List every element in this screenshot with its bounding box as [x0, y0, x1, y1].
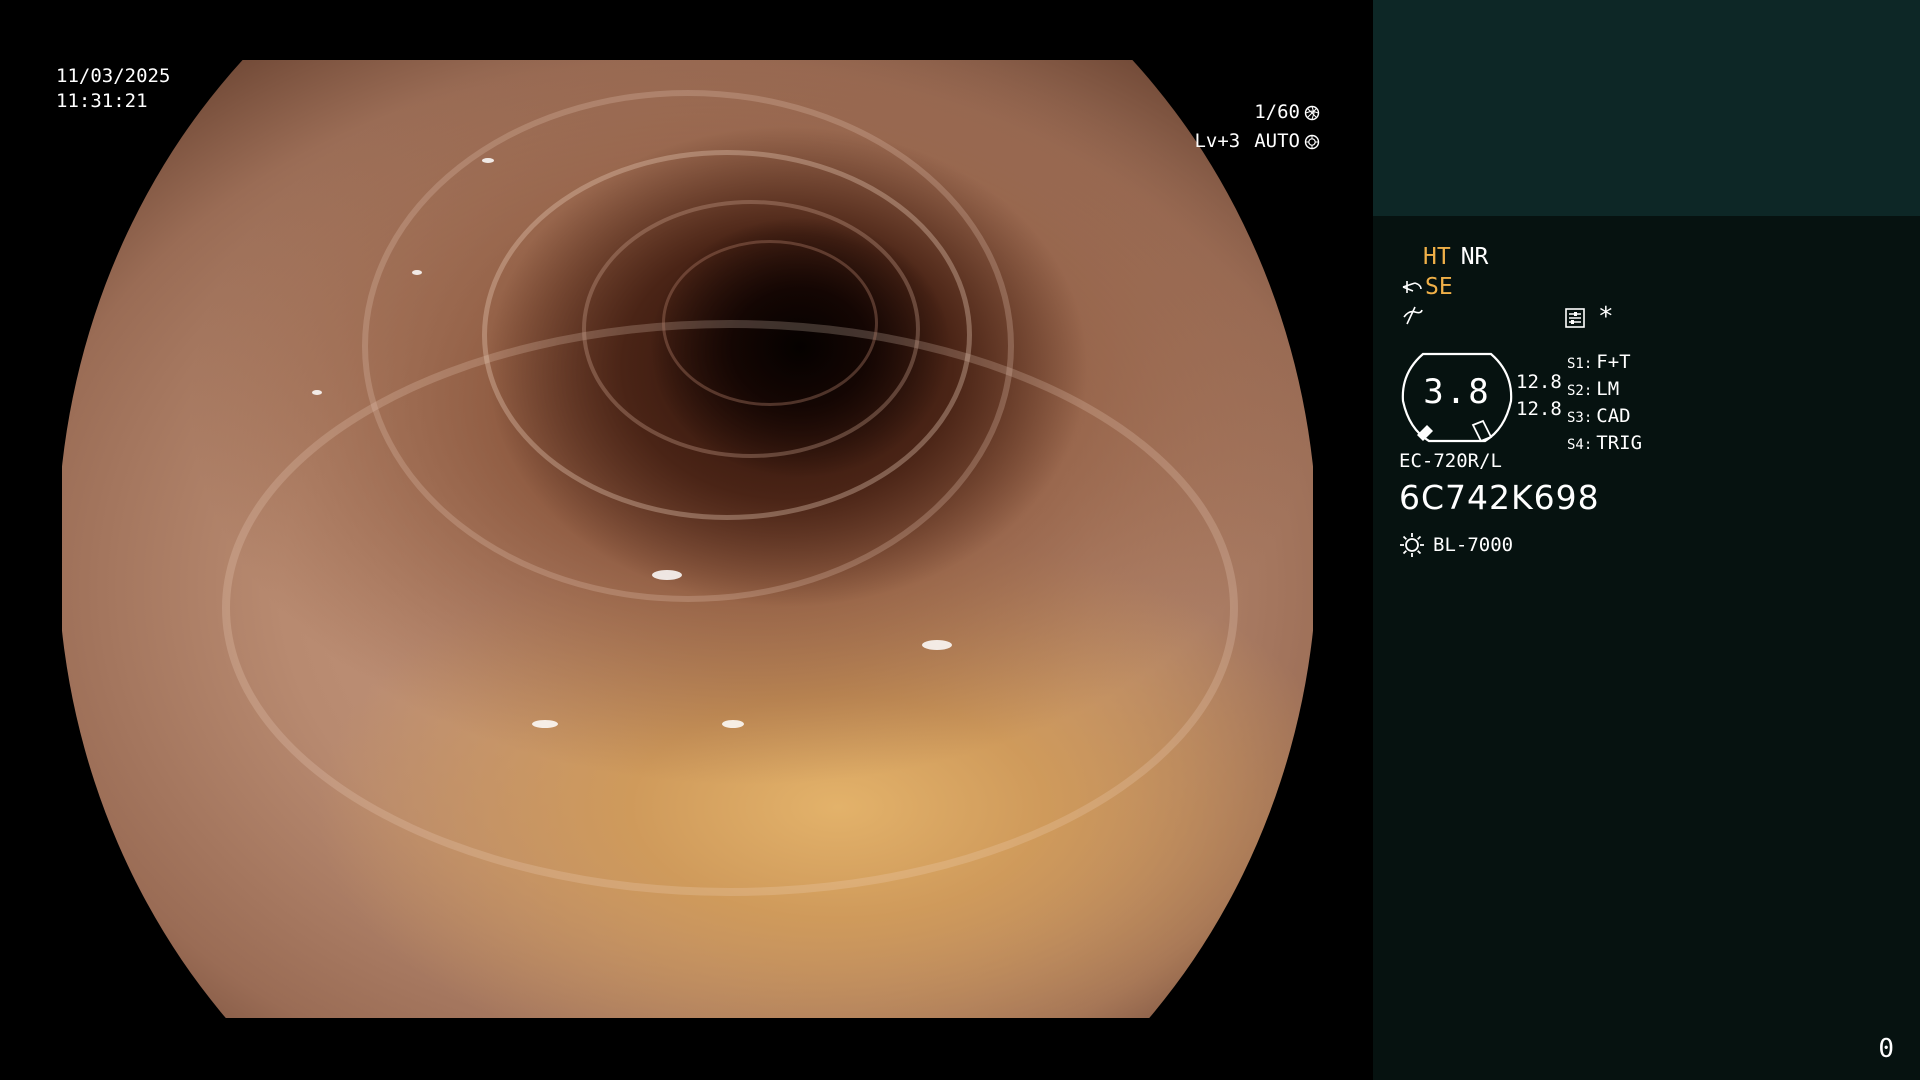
switch-assignments: S1: F+T S2: LM S3: CAD S4: TRIG — [1567, 350, 1642, 458]
slash-curve-icon — [1403, 306, 1423, 325]
mucosa-fold — [582, 200, 920, 458]
switch-row: S3: CAD — [1567, 404, 1642, 431]
gauge-value-upper: 12.8 — [1516, 371, 1562, 393]
switch-key: S3: — [1567, 410, 1593, 426]
switch-value: LM — [1596, 378, 1620, 400]
light-reflection — [312, 390, 322, 395]
menu-box-icon — [1565, 308, 1585, 328]
switch-value: F+T — [1596, 351, 1631, 373]
light-reflection — [652, 570, 682, 580]
switch-key: S2: — [1567, 383, 1593, 399]
switch-key: S1: — [1567, 356, 1593, 372]
level-text: Lv+3 — [1194, 130, 1241, 152]
mucosa-fold — [482, 150, 972, 520]
mucosa-fold — [362, 90, 1014, 602]
shutter-row: 1/60 — [1194, 98, 1320, 127]
exposure-overlay: 1/60 Lv+3 AUTO — [1194, 98, 1320, 156]
light-source-row: BL-7000 — [1399, 532, 1513, 558]
sun-icon — [1400, 533, 1424, 557]
mucosa-fold — [662, 240, 878, 406]
level-row: Lv+3 AUTO — [1194, 127, 1320, 156]
scope-serial: 6C742K698 — [1399, 478, 1600, 517]
mucosa-fold — [222, 320, 1238, 896]
asterisk-indicator: * — [1598, 302, 1614, 332]
switch-row: S2: LM — [1567, 377, 1642, 404]
light-reflection — [922, 640, 952, 650]
switch-value: TRIG — [1596, 432, 1643, 454]
date-time-overlay: 11/03/2025 11:31:21 — [56, 64, 170, 114]
shutter-text: 1/60 — [1254, 101, 1300, 123]
mode3-row — [1401, 304, 1423, 326]
aperture-icon — [1304, 105, 1320, 120]
image-counter: 0 — [1878, 1034, 1894, 1064]
se-row: SE — [1401, 274, 1453, 300]
switch-row: S4: TRIG — [1567, 431, 1642, 458]
nr-indicator: NR — [1460, 244, 1489, 270]
panel-header-area — [1373, 0, 1920, 216]
switch-key: S4: — [1567, 437, 1593, 453]
switch-row: S1: F+T — [1567, 350, 1642, 377]
scope-model: EC-720R/L — [1399, 450, 1502, 472]
mode-text: AUTO — [1254, 130, 1300, 152]
iris-icon — [1304, 134, 1320, 149]
light-reflection — [532, 720, 558, 728]
gauge-value: 3.8 — [1423, 372, 1491, 412]
light-reflection — [482, 158, 494, 163]
light-reflection — [722, 720, 744, 728]
date-text: 11/03/2025 — [56, 65, 171, 87]
switch-value: CAD — [1596, 405, 1631, 427]
scope-tip-icon — [1402, 281, 1422, 293]
endoscopy-screen: 11/03/2025 11:31:21 1/60 Lv+3 AUTO HT NR — [0, 0, 1920, 1080]
info-panel: HT NR SE * 3.8 12.8 12.8 S1: F+T S2: LM … — [1373, 216, 1920, 1080]
time-text: 11:31:21 — [56, 90, 148, 112]
image-mode-row: HT NR — [1423, 244, 1498, 270]
se-indicator: SE — [1425, 274, 1453, 300]
light-reflection — [412, 270, 422, 275]
gauge-value-lower: 12.8 — [1516, 398, 1562, 420]
endoscope-image — [62, 60, 1313, 1018]
light-source-text: BL-7000 — [1433, 534, 1514, 556]
ht-indicator: HT — [1423, 244, 1451, 270]
